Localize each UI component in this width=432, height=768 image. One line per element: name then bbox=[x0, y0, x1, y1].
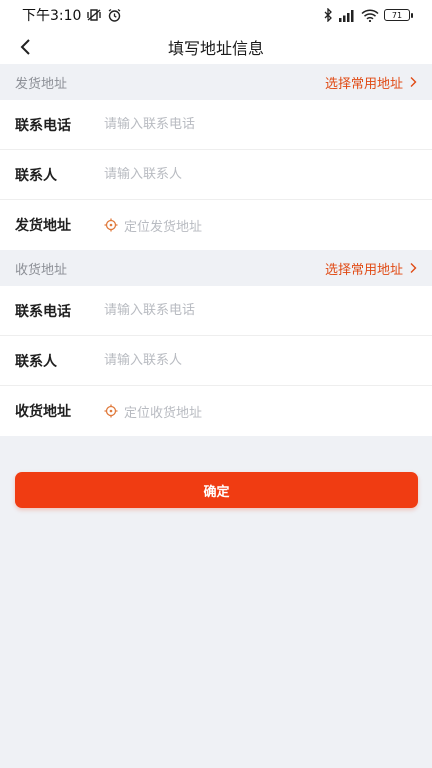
receiver-choose-common-address-link[interactable]: 选择常用地址 bbox=[325, 259, 417, 278]
sender-choose-common-address-link[interactable]: 选择常用地址 bbox=[325, 73, 417, 92]
receiver-choose-common-address-label: 选择常用地址 bbox=[324, 262, 403, 278]
receiver-address-row: 收货地址 定位收货地址 bbox=[0, 386, 432, 436]
chevron-right-icon bbox=[410, 263, 417, 273]
receiver-address-label: 收货地址 bbox=[15, 404, 71, 420]
receiver-contact-row: 联系人 bbox=[0, 336, 432, 386]
receiver-locate-address-hint: 定位收货地址 bbox=[124, 405, 203, 421]
receiver-form: 联系电话 联系人 收货地址 定位收货地址 bbox=[0, 286, 432, 436]
back-button[interactable] bbox=[12, 33, 38, 61]
status-time: 下午3:10 bbox=[22, 8, 82, 24]
chevron-left-icon bbox=[20, 39, 30, 55]
sender-contact-input[interactable] bbox=[104, 167, 417, 182]
nav-bar: 填写地址信息 bbox=[0, 30, 432, 64]
battery-icon: 71 bbox=[384, 9, 413, 21]
confirm-button[interactable]: 确定 bbox=[15, 472, 418, 508]
sender-contact-label: 联系人 bbox=[15, 167, 57, 184]
bluetooth-icon bbox=[324, 8, 333, 22]
receiver-contact-input[interactable] bbox=[104, 353, 417, 368]
locate-target-icon bbox=[104, 218, 118, 232]
sender-contact-row: 联系人 bbox=[0, 150, 432, 200]
receiver-phone-label: 联系电话 bbox=[15, 303, 71, 320]
sender-section-header: 发货地址 选择常用地址 bbox=[0, 64, 432, 100]
sender-phone-label: 联系电话 bbox=[15, 117, 71, 134]
sender-phone-row: 联系电话 bbox=[0, 100, 432, 150]
receiver-phone-input[interactable] bbox=[104, 303, 417, 318]
sender-locate-address-hint: 定位发货地址 bbox=[124, 219, 203, 235]
sender-choose-common-address-label: 选择常用地址 bbox=[324, 76, 403, 92]
locate-target-icon bbox=[104, 404, 118, 418]
mute-vibrate-icon bbox=[86, 8, 102, 22]
status-bar: 下午3:10 71 bbox=[0, 0, 432, 30]
receiver-phone-row: 联系电话 bbox=[0, 286, 432, 336]
sender-section-label: 发货地址 bbox=[15, 76, 68, 92]
sender-address-label: 发货地址 bbox=[15, 218, 71, 234]
sender-form: 联系电话 联系人 发货地址 定位发货地址 bbox=[0, 100, 432, 250]
chevron-right-icon bbox=[410, 77, 417, 87]
signal-icon bbox=[338, 9, 356, 22]
receiver-section-header: 收货地址 选择常用地址 bbox=[0, 250, 432, 286]
wifi-icon bbox=[361, 9, 379, 22]
sender-locate-address-button[interactable]: 定位发货地址 bbox=[104, 216, 417, 235]
sender-address-row: 发货地址 定位发货地址 bbox=[0, 200, 432, 250]
alarm-icon bbox=[107, 8, 122, 23]
receiver-locate-address-button[interactable]: 定位收货地址 bbox=[104, 402, 417, 421]
receiver-section-label: 收货地址 bbox=[15, 262, 68, 278]
sender-phone-input[interactable] bbox=[104, 117, 417, 132]
page-title: 填写地址信息 bbox=[167, 39, 264, 58]
receiver-contact-label: 联系人 bbox=[15, 353, 57, 370]
